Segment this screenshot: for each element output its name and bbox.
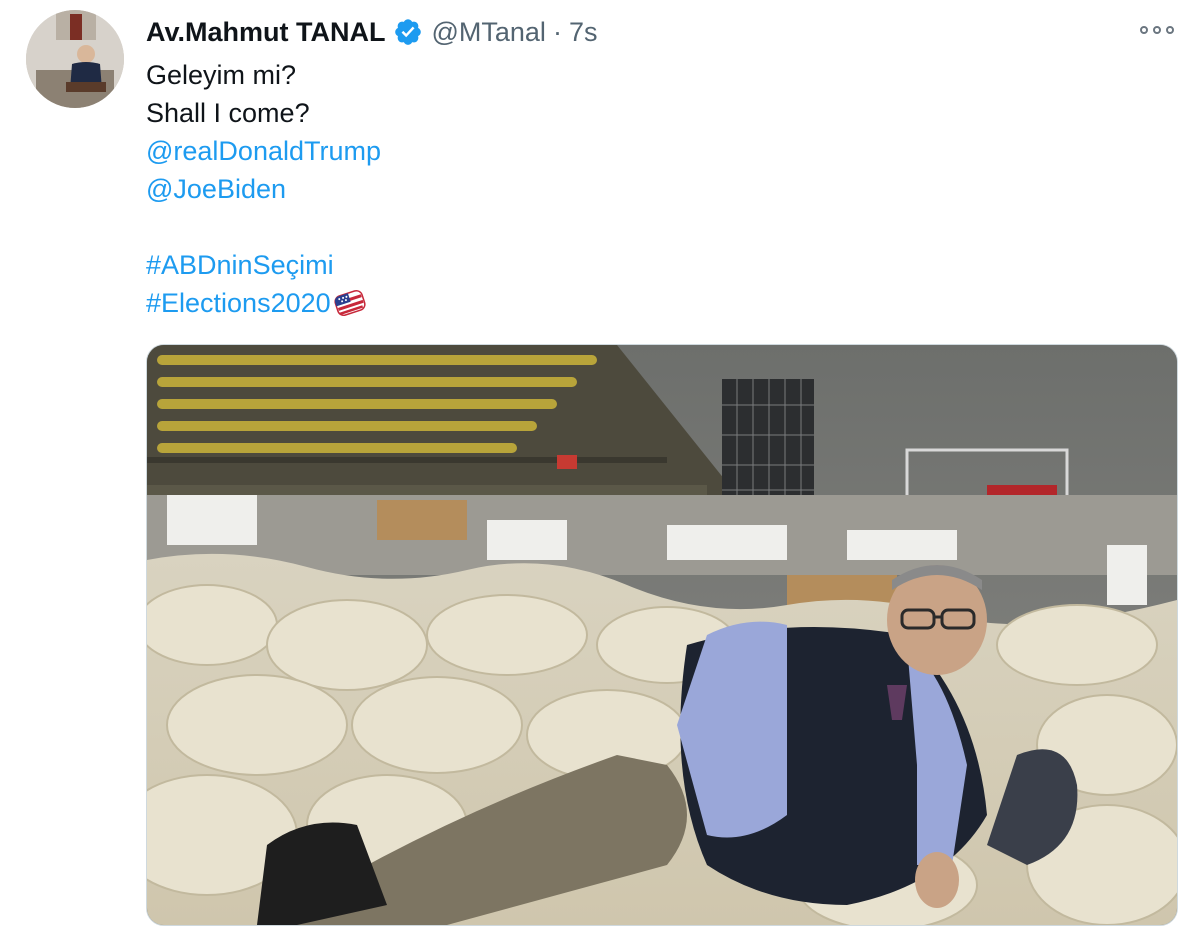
verified-badge-icon <box>395 19 422 45</box>
us-elections-hashflag-icon <box>334 289 366 317</box>
more-dot <box>1153 26 1161 34</box>
tweet-line-turkish: Geleyim mi? <box>146 60 297 90</box>
hashtag-elections2020[interactable]: #Elections2020 <box>146 284 331 322</box>
more-options-icon[interactable] <box>1140 22 1174 38</box>
tweet-photo[interactable] <box>146 344 1178 926</box>
hashtag-line-elections2020: #Elections2020 <box>146 284 381 322</box>
header-separator: · <box>552 16 562 47</box>
more-dot <box>1166 26 1174 34</box>
mention-realdonaldtrump[interactable]: @realDonaldTrump <box>146 132 381 170</box>
tweet-header: Av.Mahmut TANAL @MTanal · 7s <box>146 12 597 52</box>
mention-joebiden[interactable]: @JoeBiden <box>146 170 381 208</box>
author-name[interactable]: Av.Mahmut TANAL <box>146 17 385 48</box>
hashtag-abdninsecimi[interactable]: #ABDninSeçimi <box>146 246 381 284</box>
author-handle[interactable]: @MTanal <box>431 17 545 48</box>
tweet-line-english: Shall I come? <box>146 98 310 128</box>
author-avatar[interactable] <box>26 10 124 108</box>
photo-scene <box>147 345 1177 925</box>
tweet-text: Geleyim mi? Shall I come? @realDonaldTru… <box>146 56 381 322</box>
more-dot <box>1140 26 1148 34</box>
avatar-image <box>26 10 124 108</box>
tweet-timestamp[interactable]: 7s <box>569 17 598 48</box>
